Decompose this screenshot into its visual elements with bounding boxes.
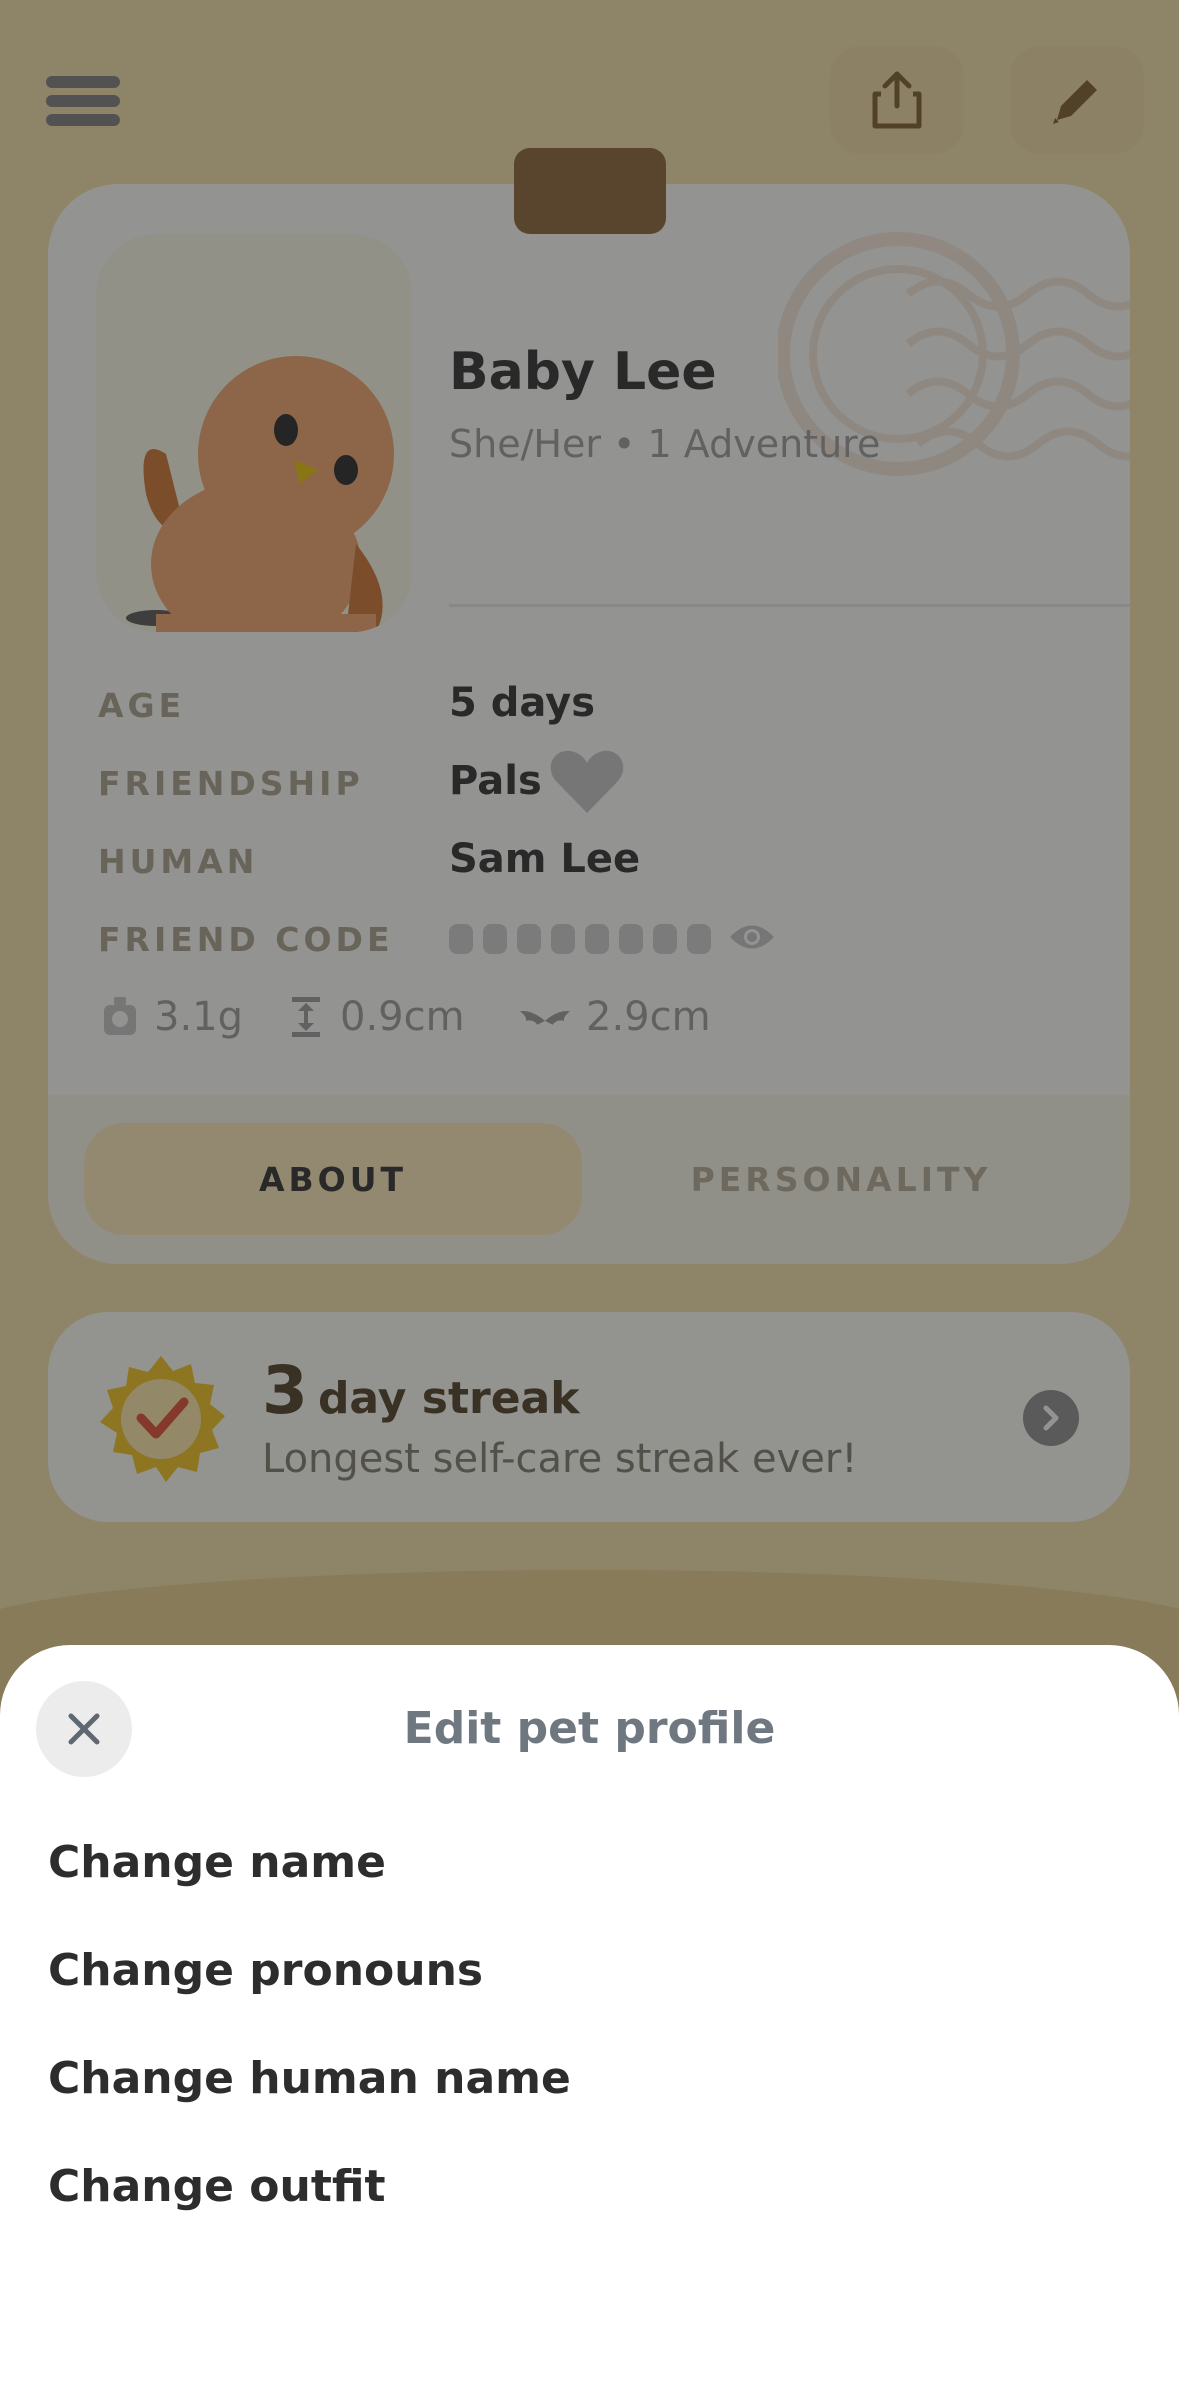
change-human-name-item[interactable]: Change human name	[48, 2053, 571, 2104]
sheet-title: Edit pet profile	[403, 1703, 776, 1754]
change-outfit-item[interactable]: Change outfit	[48, 2161, 386, 2212]
change-name-item[interactable]: Change name	[48, 1837, 386, 1888]
change-pronouns-item[interactable]: Change pronouns	[48, 1945, 483, 1996]
edit-pet-profile-sheet: Edit pet profile Change name Change pron…	[0, 1645, 1179, 2396]
